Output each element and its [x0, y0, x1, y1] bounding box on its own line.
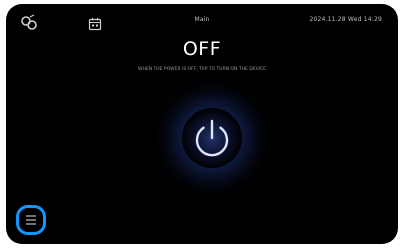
- screen: Main 2024.11.28 Wed 14:29 OFF WHEN THE P…: [6, 4, 398, 244]
- datetime-text: 2024.11.28 Wed 14:29: [309, 16, 382, 23]
- power-hint-text: WHEN THE POWER IS OFF, TAP TO TURN ON TH…: [138, 67, 266, 72]
- power-state-label: OFF: [182, 38, 222, 60]
- menu-button[interactable]: [16, 205, 46, 235]
- power-button[interactable]: [182, 108, 242, 168]
- power-icon: [195, 119, 229, 157]
- list-icon: [26, 215, 36, 225]
